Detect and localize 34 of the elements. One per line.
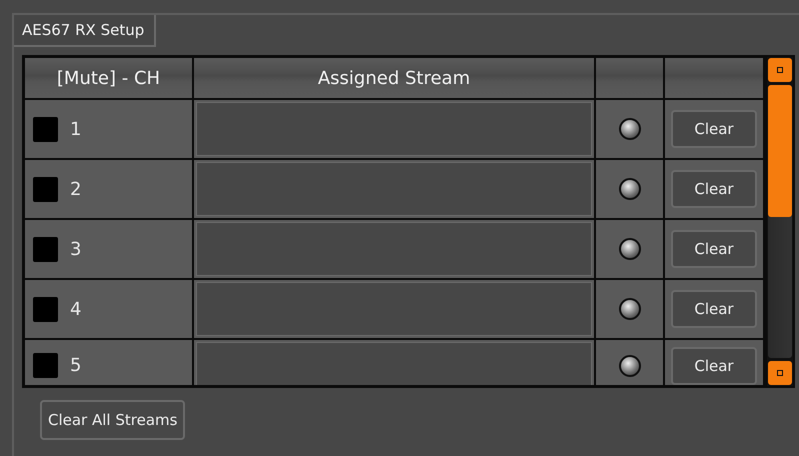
status-led-icon <box>618 298 640 320</box>
status-led-icon <box>618 238 640 260</box>
scroll-down-button[interactable] <box>768 361 792 385</box>
clear-button[interactable]: Clear <box>671 170 757 208</box>
column-header: [Mute] - CH <box>25 58 192 98</box>
clear-all-streams-button[interactable]: Clear All Streams <box>40 400 186 440</box>
scrollbar[interactable] <box>765 55 795 388</box>
channel-number: 1 <box>70 118 82 140</box>
mute-checkbox[interactable] <box>33 296 58 322</box>
channel-number: 5 <box>70 355 82 376</box>
mute-checkbox[interactable] <box>33 116 58 142</box>
tab[interactable]: AES67 RX Setup <box>14 15 156 47</box>
stream-field[interactable] <box>196 282 592 336</box>
clear-button[interactable]: Clear <box>671 290 757 328</box>
stream-field[interactable] <box>196 102 592 156</box>
clear-button[interactable]: Clear <box>671 110 757 148</box>
scroll-up-button[interactable] <box>768 58 792 82</box>
stream-field[interactable] <box>196 342 592 385</box>
status-led-icon <box>618 354 640 376</box>
scroll-thumb[interactable] <box>768 85 792 217</box>
column-header: Assigned Stream <box>194 58 594 98</box>
mute-checkbox[interactable] <box>33 353 58 378</box>
status-led-icon <box>618 178 640 200</box>
stream-field[interactable] <box>196 162 592 216</box>
stream-field[interactable] <box>196 222 592 276</box>
status-led-icon <box>618 118 640 140</box>
clear-button[interactable]: Clear <box>671 230 757 268</box>
column-header <box>596 58 663 98</box>
clear-button[interactable]: Clear <box>671 346 757 384</box>
channel-number: 2 <box>70 178 82 200</box>
mute-checkbox[interactable] <box>33 236 58 262</box>
mute-checkbox[interactable] <box>33 176 58 202</box>
channel-number: 4 <box>70 298 82 320</box>
channel-number: 3 <box>70 238 82 260</box>
